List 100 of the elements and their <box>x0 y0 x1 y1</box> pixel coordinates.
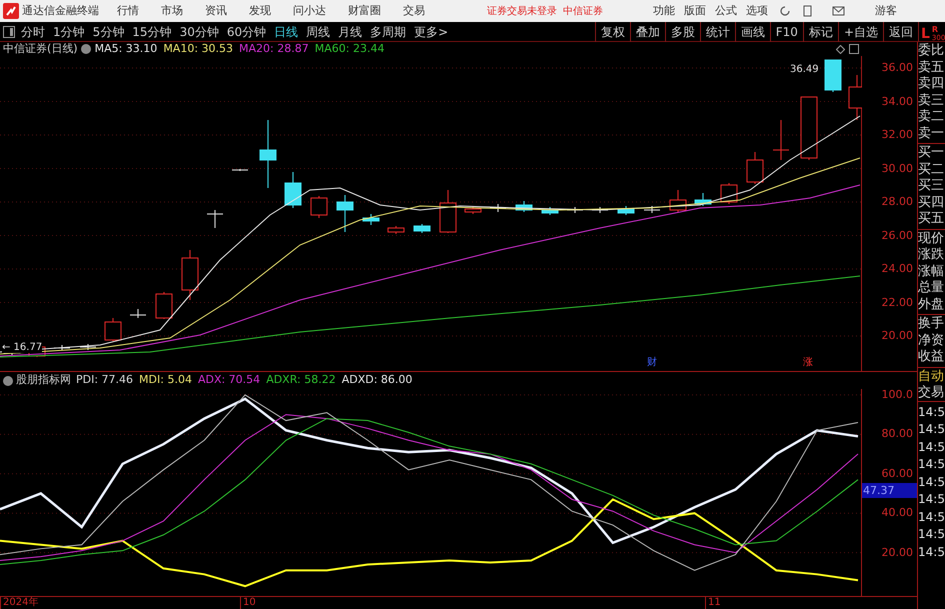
trade-label[interactable]: 交易 <box>918 384 945 402</box>
user-name[interactable]: 游客 <box>875 2 897 20</box>
period-tab[interactable]: 分时 <box>21 22 45 40</box>
trade-time: 14:5 <box>918 508 945 526</box>
candlestick <box>772 120 790 160</box>
date-axis-label: 10 <box>240 597 256 609</box>
candlestick <box>440 190 456 234</box>
panel-icon[interactable] <box>849 44 859 54</box>
candlestick <box>310 196 328 218</box>
period-tab[interactable]: 15分钟 <box>132 22 172 40</box>
corner-letter: L <box>921 26 930 42</box>
moving-average-value: MA5: 33.10 <box>94 40 158 57</box>
quote-field-label: 换手 <box>918 316 945 332</box>
period-tab[interactable]: 周线 <box>306 22 330 40</box>
indicator-axis-label: 100.0 <box>882 388 913 402</box>
indicator-axis-label: 20.00 <box>882 546 913 560</box>
toolbar-button[interactable]: 画线 <box>734 22 770 42</box>
event-marker: 财 <box>647 357 657 369</box>
candlestick <box>694 192 712 206</box>
trade-time: 14:5 <box>918 438 945 456</box>
period-tab[interactable]: 日线 <box>274 22 298 40</box>
quote-field-label: 卖一 <box>918 126 945 142</box>
menu-item[interactable]: 交易 <box>403 2 425 20</box>
quote-field-label: 卖二 <box>918 109 945 126</box>
menu-item[interactable]: 行情 <box>117 2 139 20</box>
toolbar-button[interactable]: 返回 <box>883 22 918 42</box>
toolbar-button[interactable]: 复权 <box>594 22 630 42</box>
low-price-label: ← 16.77 <box>2 342 42 353</box>
date-axis-label: 2024年 <box>0 597 38 609</box>
candlestick <box>336 194 354 232</box>
menu-item[interactable]: 财富圈 <box>348 2 381 20</box>
toolbar-button[interactable]: +自选 <box>838 22 883 42</box>
quote-field-label: 涨幅 <box>918 264 945 280</box>
mail-icon[interactable] <box>832 6 845 16</box>
menu-item[interactable]: 问小达 <box>293 2 326 20</box>
menu-item[interactable]: 公式 <box>715 2 737 20</box>
event-marker: 涨 <box>803 357 813 369</box>
menu-item[interactable]: 版面 <box>684 2 706 20</box>
period-tab[interactable]: 30分钟 <box>180 22 219 40</box>
period-tab[interactable]: 5分钟 <box>92 22 124 40</box>
auto-label[interactable]: 自动 <box>918 368 945 384</box>
trade-time: 14:5 <box>918 421 945 438</box>
trade-time: 14:5 <box>918 544 945 560</box>
toolbar-button[interactable]: 标记 <box>802 22 838 42</box>
candlestick <box>206 210 224 228</box>
candlestick <box>618 206 634 216</box>
menu-item[interactable]: 发现 <box>249 2 271 20</box>
quote-field-label: 卖四 <box>918 76 945 92</box>
period-tab[interactable]: 月线 <box>338 22 362 40</box>
app-logo-icon <box>3 3 19 19</box>
menu-item[interactable]: 功能 <box>653 2 675 20</box>
candlestick <box>130 308 146 318</box>
period-tab[interactable]: 1分钟 <box>53 22 85 40</box>
app-title: 通达信金融终端 <box>22 2 99 19</box>
indicator-axis-label: 60.00 <box>882 466 913 481</box>
diamond-icon[interactable] <box>836 44 845 54</box>
candlestick <box>516 200 532 212</box>
price-axis-label: 24.00 <box>882 262 913 276</box>
candlestick <box>232 168 248 172</box>
panel-toggle-icon[interactable] <box>3 26 15 38</box>
candlestick <box>80 344 96 350</box>
candlestick <box>720 182 738 204</box>
candlestick <box>670 190 686 212</box>
candlestick <box>746 152 764 184</box>
toolbar-button[interactable]: 多股 <box>664 22 700 42</box>
toolbar-button[interactable]: 叠加 <box>630 22 665 42</box>
phone-icon[interactable] <box>803 5 812 17</box>
candlestick <box>104 318 122 342</box>
price-axis-label: 20.00 <box>882 329 913 343</box>
period-tab[interactable]: 更多> <box>414 22 448 40</box>
broker-name: 中信证券 <box>563 4 603 18</box>
toolbar-button[interactable]: F10 <box>770 22 803 42</box>
candlestick <box>182 250 198 300</box>
price-axis-label: 30.00 <box>882 162 913 176</box>
period-tab[interactable]: 多周期 <box>370 22 406 40</box>
date-axis-label: 11 <box>705 597 721 609</box>
menu-item[interactable]: 市场 <box>161 2 183 20</box>
quote-field-label: 买一 <box>918 145 945 162</box>
period-tab[interactable]: 60分钟 <box>226 22 266 40</box>
indicator-axis-label: 80.00 <box>882 427 913 442</box>
quote-field-label: 现价 <box>918 230 945 247</box>
refresh-icon[interactable] <box>779 5 791 17</box>
corner-letter: R <box>932 26 940 34</box>
candlestick <box>848 74 862 120</box>
candlestick <box>800 96 818 160</box>
quote-field-label: 涨跌 <box>918 247 945 264</box>
candlestick <box>414 224 430 234</box>
indicator-value: MDI: 5.04 <box>139 372 192 388</box>
quote-field-label: 总量 <box>918 280 945 296</box>
toolbar-button[interactable]: 统计 <box>700 22 735 42</box>
indicator-value: PDI: 77.46 <box>76 372 134 388</box>
menu-item[interactable]: 资讯 <box>205 2 227 20</box>
quote-field-label: 买三 <box>918 178 945 194</box>
price-axis-label: 34.00 <box>882 94 913 108</box>
indicator-name: 股朋指标网 <box>16 372 71 388</box>
price-axis-label: 22.00 <box>882 296 913 310</box>
price-axis-label: 32.00 <box>882 128 913 142</box>
menu-item[interactable]: 选项 <box>746 2 768 20</box>
candlestick <box>644 206 660 214</box>
trade-time: 14:5 <box>918 404 945 420</box>
